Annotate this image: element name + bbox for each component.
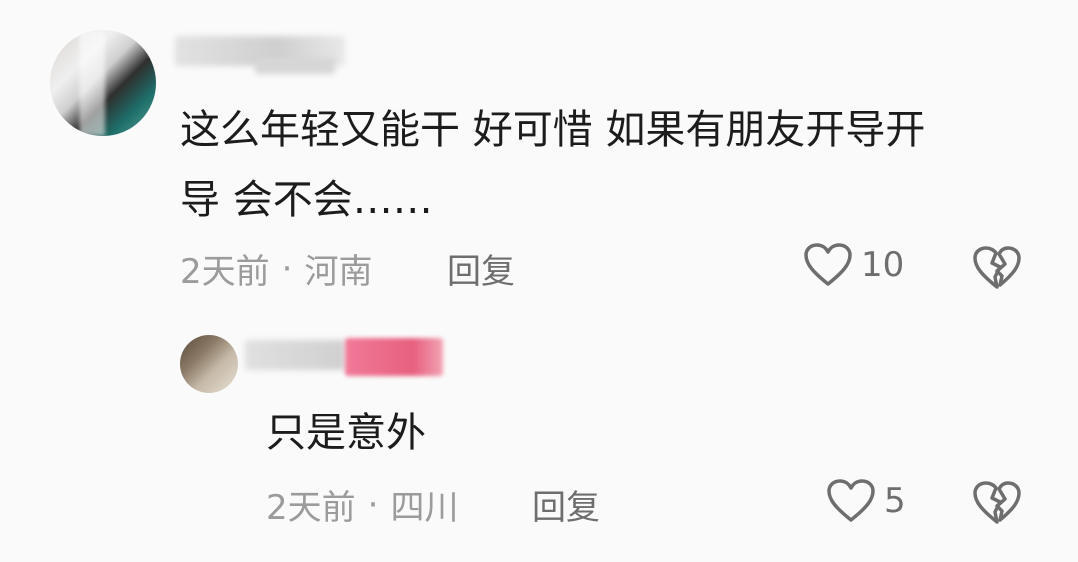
- comment-thread: 这么年轻又能干 好可惜 如果有朋友开导开 导 会不会…… 2天前 · 河南 回复…: [0, 0, 1078, 562]
- replier-avatar[interactable]: [180, 335, 238, 393]
- reply-body: 只是意外: [266, 410, 426, 456]
- replier-name-blurred-highlight: [345, 338, 443, 376]
- meta-separator: ·: [367, 484, 379, 525]
- replier-name-blurred: [245, 340, 345, 370]
- dislike-button[interactable]: [973, 480, 1021, 530]
- dislike-button[interactable]: [973, 245, 1021, 295]
- reply-meta: 2天前 · 四川: [266, 480, 458, 529]
- like-count: 10: [861, 245, 905, 285]
- comment-line-2: 导 会不会……: [180, 177, 433, 223]
- reply-time: 2天前: [266, 488, 356, 528]
- comment-meta: 2天前 · 河南: [180, 244, 372, 293]
- comment-location: 河南: [304, 252, 373, 292]
- like-button[interactable]: 5: [826, 478, 906, 524]
- reply-location: 四川: [390, 488, 459, 528]
- comment-line-1: 这么年轻又能干 好可惜 如果有朋友开导开: [180, 107, 926, 153]
- heart-icon: [827, 479, 875, 522]
- heart-icon: [804, 243, 852, 286]
- like-count: 5: [884, 481, 906, 521]
- commenter-name-blurred-tail: [255, 58, 335, 74]
- meta-separator: ·: [281, 248, 293, 289]
- commenter-avatar[interactable]: [50, 30, 156, 136]
- broken-heart-icon: [973, 246, 1021, 289]
- broken-heart-icon: [973, 481, 1021, 524]
- reply-button[interactable]: 回复: [532, 480, 600, 529]
- comment-time: 2天前: [180, 252, 270, 292]
- comment-body: 这么年轻又能干 好可惜 如果有朋友开导开 导 会不会……: [180, 95, 1030, 235]
- reply-button[interactable]: 回复: [447, 244, 515, 293]
- like-button[interactable]: 10: [803, 242, 904, 288]
